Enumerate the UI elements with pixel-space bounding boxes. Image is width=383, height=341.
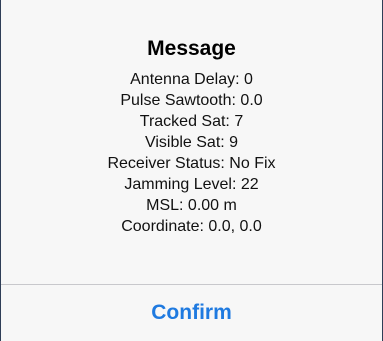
- pulse-sawtooth-text: Pulse Sawtooth: 0.0: [120, 92, 263, 109]
- jamming-level-text: Jamming Level: 22: [124, 176, 259, 193]
- message-dialog: Message Antenna Delay: 0 Pulse Sawtooth:…: [0, 0, 383, 341]
- msl-text: MSL: 0.00 m: [146, 197, 237, 214]
- dialog-title: Message: [147, 37, 236, 60]
- receiver-status-text: Receiver Status: No Fix: [107, 155, 276, 172]
- visible-sat-text: Visible Sat: 9: [144, 134, 239, 151]
- antenna-delay-text: Antenna Delay: 0: [130, 71, 253, 88]
- coordinate-text: Coordinate: 0.0, 0.0: [121, 218, 262, 235]
- dialog-content: Message Antenna Delay: 0 Pulse Sawtooth:…: [1, 0, 382, 284]
- tracked-sat-text: Tracked Sat: 7: [139, 113, 244, 130]
- message-lines: Antenna Delay: 0 Pulse Sawtooth: 0.0 Tra…: [1, 69, 382, 237]
- confirm-button[interactable]: Confirm: [1, 285, 382, 341]
